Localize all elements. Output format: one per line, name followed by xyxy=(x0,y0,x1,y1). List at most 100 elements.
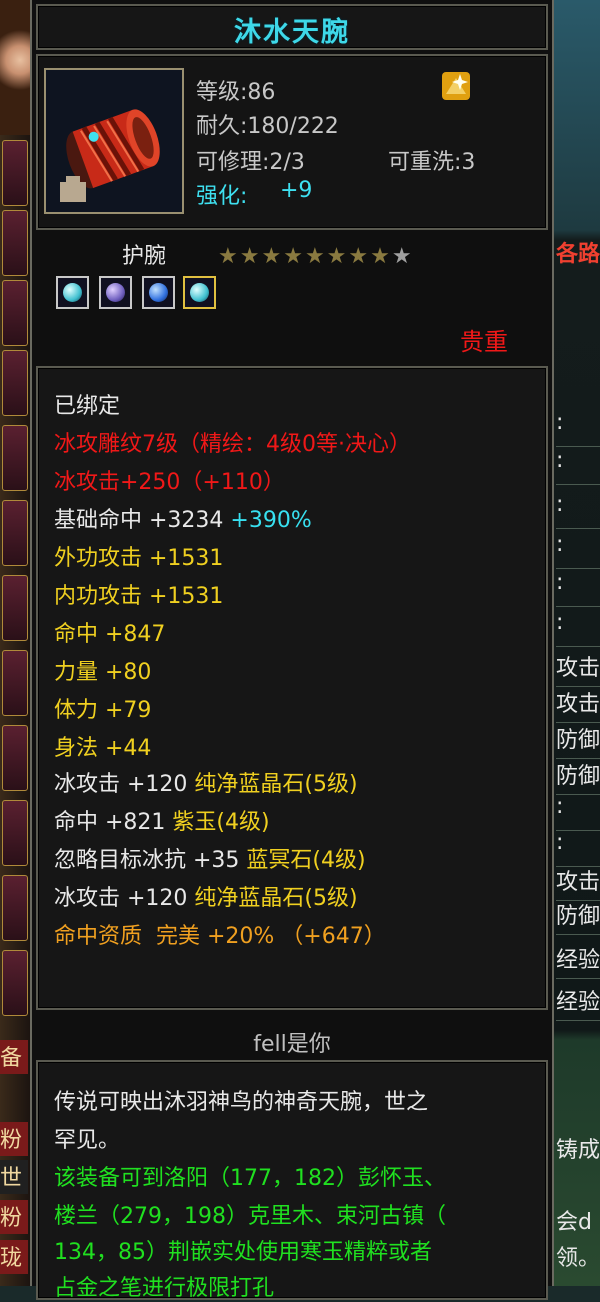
equip-slot-6[interactable] xyxy=(2,500,28,566)
gem4-name: 纯净蓝晶石(5级) xyxy=(194,886,358,911)
equip-slot-10[interactable] xyxy=(2,800,28,866)
gem1-stat: 冰攻击 +120 xyxy=(54,772,188,797)
gem1-name: 纯净蓝晶石(5级) xyxy=(194,772,358,797)
description-panel: 传说可映出沐羽神鸟的神奇天腕，世之 罕见。 该装备可到洛阳（177，182）彭怀… xyxy=(36,1060,548,1301)
right-row-5: : xyxy=(556,570,600,607)
right-row-4: : xyxy=(556,532,600,569)
right-row-13: 攻击 xyxy=(556,864,600,901)
base-hit-line: 基础命中 +3234 +390% xyxy=(54,502,312,534)
gem-icon xyxy=(149,283,168,302)
equip-slot-11[interactable] xyxy=(2,875,28,941)
ice-attack-line: 冰攻击+250（+110） xyxy=(54,470,285,495)
left-tag-4[interactable]: 粉 xyxy=(0,1200,28,1234)
star-rating: ★★★★★★★★★ xyxy=(218,244,414,269)
base-hit-pct: +390% xyxy=(230,508,312,533)
gem1-line: 冰攻击 +120 纯净蓝晶石(5级) xyxy=(54,766,358,798)
item-type: 护腕 xyxy=(122,244,167,269)
item-durability: 耐久:180/222 xyxy=(196,114,339,139)
engrave-line: 冰攻雕纹7级（精绘：4级0等·决心） xyxy=(54,432,411,457)
star-icon: ★ xyxy=(370,244,392,269)
equip-slot-5[interactable] xyxy=(2,425,28,491)
star-icon: ★ xyxy=(261,244,284,269)
desc-line-1: 传说可映出沐羽神鸟的神奇天腕，世之 xyxy=(54,1090,429,1115)
equip-slot-12[interactable] xyxy=(2,950,28,1016)
item-icon-frame xyxy=(44,68,184,214)
item-name: 沐水天腕 xyxy=(234,17,350,48)
left-tag-5[interactable]: 珑 xyxy=(0,1240,28,1274)
star-icon: ★ xyxy=(391,244,414,269)
left-game-strip: 备 粉 世 粉 珑 xyxy=(0,0,30,1286)
hit-line: 命中 +847 xyxy=(54,622,166,647)
bracer-icon xyxy=(46,70,182,212)
bound-status: 已绑定 xyxy=(54,394,121,419)
gem-icon xyxy=(106,283,125,302)
right-row-6: : xyxy=(556,610,600,647)
left-tag-2[interactable]: 粉 xyxy=(0,1122,28,1156)
right-row-12: : xyxy=(556,830,600,867)
left-tag-3[interactable]: 世 xyxy=(0,1160,28,1194)
owner-name: fell是你 xyxy=(253,1032,331,1057)
right-row-10: 防御 xyxy=(556,758,600,795)
equip-slot-9[interactable] xyxy=(2,725,28,791)
right-row-16: 经验 xyxy=(556,984,600,1021)
right-bottom-1: 铸成 xyxy=(556,1138,600,1163)
right-row-9: 防御 xyxy=(556,722,600,759)
title-bar: 沐水天腕 xyxy=(36,4,548,50)
star-icon: ★ xyxy=(326,244,349,269)
gem3-line: 忽略目标冰抗 +35 蓝冥石(4级) xyxy=(54,842,366,874)
agility-line: 身法 +44 xyxy=(54,736,152,761)
character-portrait[interactable] xyxy=(0,0,30,135)
right-row-8: 攻击 xyxy=(556,686,600,723)
rarity-label: 贵重 xyxy=(460,328,508,356)
right-tab-label[interactable]: 各路 xyxy=(556,236,600,272)
equip-slot-4[interactable] xyxy=(2,350,28,416)
base-hit-value: 基础命中 +3234 xyxy=(54,508,224,533)
equip-slot-3[interactable] xyxy=(2,280,28,346)
star-icon: ★ xyxy=(283,244,305,269)
desc-line-5: 134，85）荆嵌实处使用寒玉精粹或者 xyxy=(54,1240,432,1265)
gem2-stat: 命中 +821 xyxy=(54,810,166,835)
right-row-7: 攻击 xyxy=(556,650,600,687)
desc-line-3: 该装备可到洛阳（177，182）彭怀玉、 xyxy=(54,1166,446,1191)
gem-icon xyxy=(63,283,82,302)
stamina-line: 体力 +79 xyxy=(54,698,152,723)
right-row-15: 经验 xyxy=(556,942,600,979)
item-repairable: 可修理:2/3 xyxy=(196,150,305,175)
gem-slot-1[interactable] xyxy=(56,276,89,309)
gem3-name: 蓝冥石(4级) xyxy=(246,848,366,873)
right-row-1: : xyxy=(556,410,600,447)
gem-slot-2[interactable] xyxy=(99,276,132,309)
star-icon: ★ xyxy=(348,244,371,269)
quality-line: 命中资质 完美 +20% （+647） xyxy=(54,924,386,949)
gem2-name: 紫玉(4级) xyxy=(172,810,270,835)
right-bottom-3: 领。 xyxy=(556,1246,600,1271)
item-tooltip: 沐水天腕 等级:86 耐久:180/222 可修理:2/3 可重洗:3 强化: … xyxy=(30,0,554,1301)
equip-slot-7[interactable] xyxy=(2,575,28,641)
star-icon: ★ xyxy=(304,244,327,269)
gem-icon xyxy=(190,283,209,302)
right-row-11: : xyxy=(556,794,600,831)
right-row-2: : xyxy=(556,448,600,485)
gem-slot-3[interactable] xyxy=(142,276,175,309)
left-tag-1[interactable]: 备 xyxy=(0,1040,28,1074)
right-bottom-2: 会d xyxy=(556,1210,592,1235)
item-level: 等级:86 xyxy=(196,80,276,105)
gem4-stat: 冰攻击 +120 xyxy=(54,886,188,911)
right-row-3: : xyxy=(556,492,600,529)
sparkle-icon[interactable] xyxy=(440,70,472,102)
enhance-label: 强化: xyxy=(196,184,248,209)
strength-line: 力量 +80 xyxy=(54,660,152,685)
outer-attack-line: 外功攻击 +1531 xyxy=(54,546,224,571)
item-header: 等级:86 耐久:180/222 可修理:2/3 可重洗:3 强化: +9 xyxy=(36,54,548,230)
right-row-14: 防御 xyxy=(556,898,600,935)
equip-slot-8[interactable] xyxy=(2,650,28,716)
gem3-stat: 忽略目标冰抗 +35 xyxy=(54,848,240,873)
star-icon: ★ xyxy=(218,244,240,269)
star-icon: ★ xyxy=(239,244,262,269)
inner-attack-line: 内功攻击 +1531 xyxy=(54,584,224,609)
gem-slot-4[interactable] xyxy=(183,276,216,309)
item-rewashable: 可重洗:3 xyxy=(388,150,476,175)
equip-slot-1[interactable] xyxy=(2,140,28,206)
desc-line-2: 罕见。 xyxy=(54,1128,121,1153)
equip-slot-2[interactable] xyxy=(2,210,28,276)
